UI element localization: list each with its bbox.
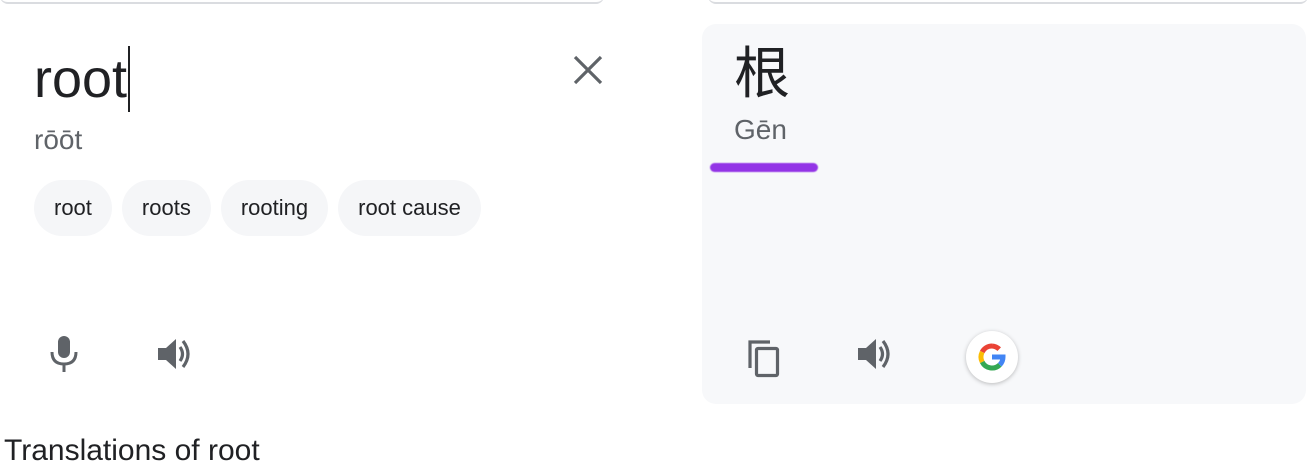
- copy-icon: [748, 340, 780, 378]
- google-icon: [978, 343, 1006, 371]
- translation-panel: 根 Gēn: [702, 24, 1306, 404]
- translations-heading: Translations of root: [4, 434, 260, 467]
- suggestion-chip[interactable]: root: [34, 180, 112, 236]
- copy-translation-button[interactable]: [736, 330, 792, 386]
- text-caret: [128, 46, 131, 112]
- speaker-icon: [158, 339, 190, 369]
- suggestion-chip[interactable]: root cause: [338, 180, 481, 236]
- target-romanization: Gēn: [734, 114, 787, 145]
- source-romanization: rōōt: [34, 124, 83, 155]
- microphone-icon: [50, 336, 78, 372]
- voice-input-button[interactable]: [36, 326, 92, 382]
- listen-source-button[interactable]: [148, 326, 204, 382]
- target-card-top-border: [708, 0, 1308, 4]
- listen-translation-button[interactable]: [848, 326, 904, 382]
- source-text-input[interactable]: root: [34, 46, 131, 112]
- source-card-top-border: [0, 0, 604, 4]
- highlight-underline: [710, 163, 818, 172]
- close-icon: [573, 55, 603, 85]
- suggestion-chip[interactable]: roots: [121, 180, 211, 236]
- speaker-icon: [858, 339, 890, 369]
- translated-text: 根: [734, 42, 790, 107]
- clear-text-button[interactable]: [564, 46, 612, 94]
- suggestion-chips: root roots rooting root cause: [34, 180, 481, 236]
- suggestion-chip[interactable]: rooting: [220, 180, 329, 236]
- source-text-value: root: [34, 49, 128, 109]
- google-search-button[interactable]: [966, 331, 1018, 383]
